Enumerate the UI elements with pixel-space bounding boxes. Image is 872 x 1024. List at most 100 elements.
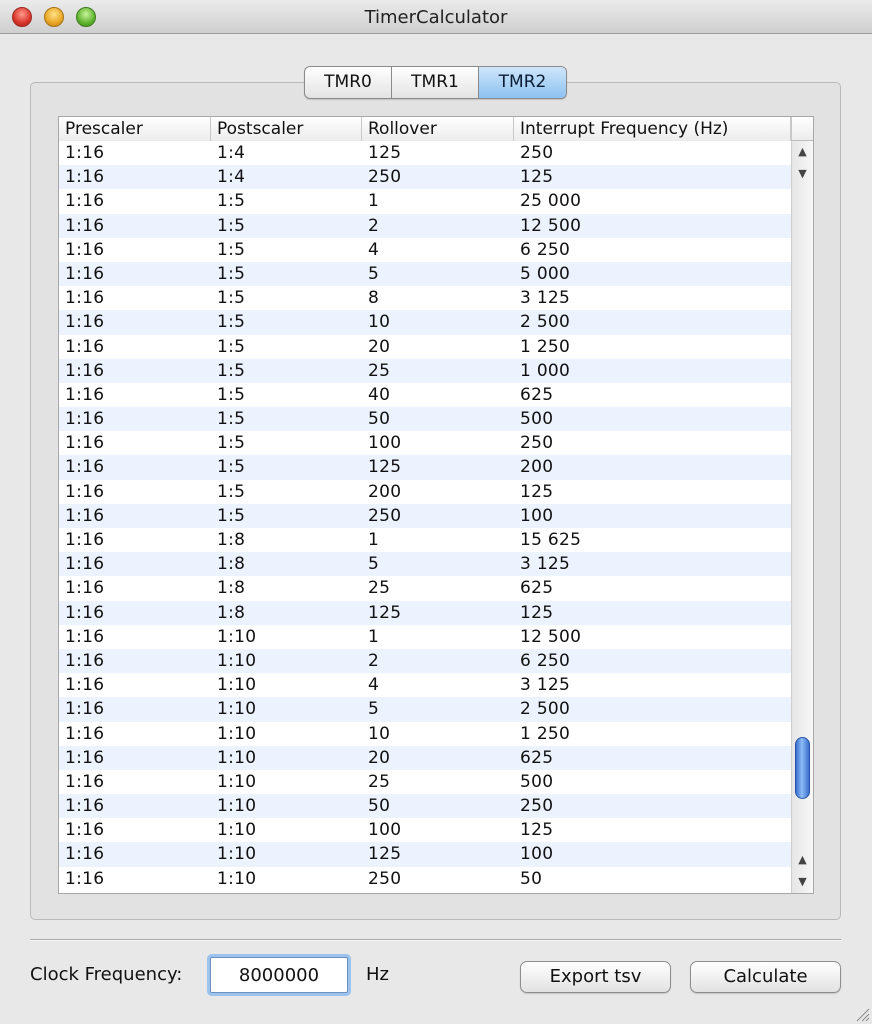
table-row[interactable]: 1:16 1:10 25 500: [59, 769, 791, 795]
table-row[interactable]: 1:16 1:4 250 125: [59, 165, 791, 190]
cell-rollover: 5: [368, 263, 380, 284]
cell-rollover: 10: [368, 723, 391, 744]
cell-prescaler: 1:16: [65, 384, 105, 405]
cell-prescaler: 1:16: [65, 167, 105, 188]
table-row[interactable]: 1:16 1:10 2 6 250: [59, 648, 791, 674]
cell-prescaler: 1:16: [65, 747, 105, 768]
cell-interrupt-frequency: 3 125: [520, 554, 571, 575]
table-row[interactable]: 1:16 1:8 5 3 125: [59, 552, 791, 577]
table-row[interactable]: 1:16 1:10 100 125: [59, 818, 791, 843]
resize-grip-icon[interactable]: [854, 1006, 870, 1022]
cell-interrupt-frequency: 50: [520, 868, 543, 889]
cell-prescaler: 1:16: [65, 602, 105, 623]
cell-postscaler: 1:10: [217, 747, 257, 768]
table-row[interactable]: 1:16 1:5 10 2 500: [59, 310, 791, 335]
cell-interrupt-frequency: 100: [520, 505, 554, 526]
cell-postscaler: 1:10: [217, 868, 257, 889]
table-row[interactable]: 1:16 1:5 8 3 125: [59, 286, 791, 311]
cell-prescaler: 1:16: [65, 191, 105, 212]
cell-postscaler: 1:5: [217, 336, 246, 357]
cell-postscaler: 1:10: [217, 699, 257, 720]
cell-rollover: 2: [368, 215, 380, 236]
cell-postscaler: 1:5: [217, 263, 246, 284]
column-header-prescaler[interactable]: Prescaler: [59, 117, 211, 141]
cell-prescaler: 1:16: [65, 457, 105, 478]
cell-postscaler: 1:10: [217, 820, 257, 841]
table-row[interactable]: 1:16 1:4 125 250: [59, 141, 791, 166]
scroll-up-arrow-icon[interactable]: ▲: [792, 849, 813, 871]
table-row[interactable]: 1:16 1:8 25 625: [59, 576, 791, 601]
table-row[interactable]: 1:16 1:5 5 5 000: [59, 261, 791, 287]
cell-interrupt-frequency: 1 250: [520, 723, 571, 744]
cell-interrupt-frequency: 125: [520, 602, 554, 623]
cell-interrupt-frequency: 2 500: [520, 312, 571, 333]
scroll-down-arrow-icon[interactable]: ▼: [792, 163, 813, 185]
table-row[interactable]: 1:16 1:8 125 125: [59, 600, 791, 625]
title-bar[interactable]: TimerCalculator: [0, 0, 872, 34]
cell-prescaler: 1:16: [65, 723, 105, 744]
table-row[interactable]: 1:16 1:5 4 6 250: [59, 237, 791, 262]
cell-prescaler: 1:16: [65, 409, 105, 430]
cell-rollover: 250: [368, 505, 402, 526]
cell-rollover: 8: [368, 288, 380, 309]
tab-tmr1[interactable]: TMR1: [392, 67, 479, 98]
cell-rollover: 5: [368, 699, 380, 720]
table-header: Prescaler Postscaler Rollover Interrupt …: [59, 117, 791, 142]
cell-rollover: 100: [368, 820, 402, 841]
tab-tmr2[interactable]: TMR2: [479, 67, 566, 98]
cell-interrupt-frequency: 1 000: [520, 360, 571, 381]
cell-interrupt-frequency: 250: [520, 796, 554, 817]
cell-prescaler: 1:16: [65, 239, 105, 260]
cell-postscaler: 1:10: [217, 626, 257, 647]
table-row[interactable]: 1:16 1:5 50 500: [59, 407, 791, 432]
scroll-down-arrow-icon[interactable]: ▼: [792, 871, 813, 893]
clock-frequency-input[interactable]: [210, 957, 348, 993]
cell-rollover: 1: [368, 191, 380, 212]
column-header-postscaler[interactable]: Postscaler: [211, 117, 362, 141]
column-header-interrupt-frequency[interactable]: Interrupt Frequency (Hz): [514, 117, 791, 141]
table-row[interactable]: 1:16 1:10 10 1 250: [59, 721, 791, 746]
table-row[interactable]: 1:16 1:5 200 125: [59, 479, 791, 504]
cell-postscaler: 1:5: [217, 360, 246, 381]
vertical-scrollbar[interactable]: ▲ ▼ ▲ ▼: [791, 141, 813, 893]
table-row[interactable]: 1:16 1:8 1 15 625: [59, 528, 791, 553]
table-row[interactable]: 1:16 1:5 125 200: [59, 455, 791, 480]
calculate-button[interactable]: Calculate: [690, 961, 841, 993]
cell-postscaler: 1:5: [217, 433, 246, 454]
column-header-rollover[interactable]: Rollover: [362, 117, 514, 141]
cell-rollover: 5: [368, 554, 380, 575]
cell-prescaler: 1:16: [65, 578, 105, 599]
cell-prescaler: 1:16: [65, 481, 105, 502]
scroll-thumb[interactable]: [795, 737, 810, 800]
table-row[interactable]: 1:16 1:5 2 12 500: [59, 213, 791, 238]
cell-prescaler: 1:16: [65, 820, 105, 841]
export-tsv-button[interactable]: Export tsv: [520, 961, 671, 993]
table-row[interactable]: 1:16 1:5 40 625: [59, 382, 791, 408]
table-row[interactable]: 1:16 1:5 1 25 000: [59, 189, 791, 214]
cell-postscaler: 1:4: [217, 143, 246, 163]
cell-interrupt-frequency: 625: [520, 747, 554, 768]
cell-postscaler: 1:8: [217, 554, 246, 575]
table-body: 1:16 1:4 125 250 1:16 1:4 250 125 1:16 1:5 1 25 000…: [59, 141, 791, 891]
table-row[interactable]: 1:16 1:10 125 100: [59, 842, 791, 867]
cell-postscaler: 1:8: [217, 530, 246, 550]
cell-interrupt-frequency: 25 000: [520, 191, 582, 212]
cell-postscaler: 1:10: [217, 650, 257, 671]
cell-interrupt-frequency: 125: [520, 481, 554, 502]
tab-tmr0[interactable]: TMR0: [305, 67, 392, 98]
table-row[interactable]: 1:16 1:10 50 250: [59, 794, 791, 819]
table-row[interactable]: 1:16 1:10 1 12 500: [59, 624, 791, 649]
table-row[interactable]: 1:16 1:10 5 2 500: [59, 697, 791, 722]
table-row[interactable]: 1:16 1:5 100 250: [59, 431, 791, 456]
table-row[interactable]: 1:16 1:10 250 50: [59, 866, 791, 891]
table-row[interactable]: 1:16 1:10 4 3 125: [59, 673, 791, 698]
scroll-up-arrow-icon[interactable]: ▲: [792, 141, 813, 163]
table-row[interactable]: 1:16 1:10 20 625: [59, 745, 791, 770]
table-row[interactable]: 1:16 1:5 250 100: [59, 503, 791, 528]
cell-postscaler: 1:10: [217, 675, 257, 696]
timer-tabs: TMR0 TMR1 TMR2: [304, 66, 567, 99]
table-row[interactable]: 1:16 1:5 20 1 250: [59, 334, 791, 359]
cell-interrupt-frequency: 3 125: [520, 288, 571, 309]
cell-prescaler: 1:16: [65, 143, 105, 163]
table-row[interactable]: 1:16 1:5 25 1 000: [59, 358, 791, 383]
